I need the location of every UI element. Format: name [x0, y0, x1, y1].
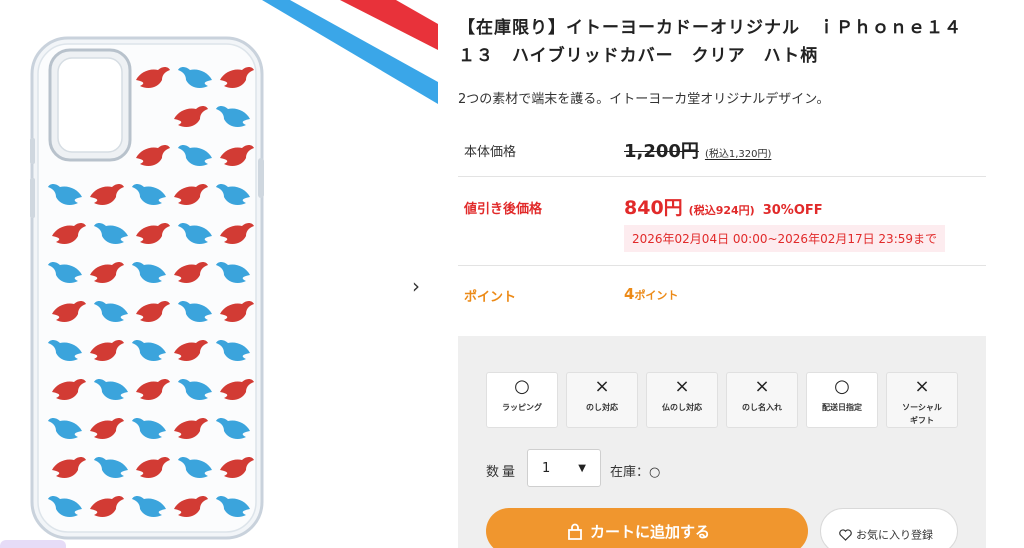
next-image-arrow[interactable]: ›	[412, 276, 420, 296]
discount-badge: 30%OFF	[762, 203, 823, 218]
option-label: 仏のし対応	[662, 403, 702, 412]
favorite-button[interactable]: お気に入り登録	[820, 508, 958, 548]
quantity-select[interactable]: 1 ▼	[527, 449, 601, 487]
bag-icon	[568, 523, 582, 540]
unavailable-icon: ×	[914, 376, 930, 397]
available-icon: ○	[834, 376, 850, 397]
base-price-row: 本体価格 1,200円 (税込1,320円)	[458, 123, 986, 177]
add-to-cart-label: カートに追加する	[590, 523, 711, 541]
option-delivery-date: ○ 配送日指定	[806, 372, 878, 428]
option-label: 配送日指定	[822, 403, 862, 412]
base-price: 1,200円 (税込1,320円)	[624, 137, 771, 163]
point-label: ポイント	[464, 290, 517, 305]
product-image[interactable]	[22, 28, 272, 548]
available-icon: ○	[514, 376, 530, 397]
option-noshi-name: × のし名入れ	[726, 372, 798, 428]
add-to-cart-content: カートに追加する	[566, 521, 710, 542]
base-price-value: 1,200円	[624, 141, 699, 162]
sale-price-tax: (税込924円)	[688, 204, 755, 217]
product-lead: 2つの素材で端末を護る。イトーヨーカ堂オリジナルデザイン。	[458, 92, 830, 107]
option-wrapping: ○ ラッピング	[486, 372, 558, 428]
product-page: › 【在庫限り】イトーヨーカドーオリジナル ｉＰｈｏｎｅ１４ １３ ハイブリッド…	[0, 0, 1024, 548]
option-label: ソーシャル ギフト	[902, 403, 942, 425]
option-label: ラッピング	[502, 403, 542, 412]
base-price-tax: (税込1,320円)	[704, 149, 772, 160]
quantity-value: 1	[542, 461, 551, 476]
unavailable-icon: ×	[674, 376, 690, 397]
favorite-content: お気に入り登録	[839, 524, 933, 543]
point-row: ポイント 4ポイント	[458, 266, 986, 320]
sale-price: 840円 (税込924円) 30%OFF	[624, 193, 823, 220]
unavailable-icon: ×	[594, 376, 610, 397]
unavailable-icon: ×	[754, 376, 770, 397]
sale-price-row: 値引き後価格 840円 (税込924円) 30%OFF 2026年02月04日 00…	[458, 177, 986, 266]
point-value: 4ポイント	[624, 284, 678, 303]
point-unit: ポイント	[634, 289, 679, 302]
option-label: のし名入れ	[742, 403, 782, 412]
sale-period: 2026年02月04日 00:00~2026年02月17日 23:59まで	[624, 225, 946, 252]
option-noshi: × のし対応	[566, 372, 638, 428]
add-to-cart-button[interactable]: カートに追加する	[486, 508, 808, 548]
favorite-label: お気に入り登録	[856, 528, 933, 542]
sale-price-label: 値引き後価格	[464, 202, 543, 217]
sale-price-value: 840円	[624, 197, 683, 219]
option-label: のし対応	[586, 403, 618, 412]
stock-status: 在庫：○	[610, 465, 661, 480]
purchase-panel: ○ ラッピング × のし対応 × 仏のし対応 × のし名入れ ○ 配送日指定 ×…	[458, 336, 986, 548]
point-number: 4	[624, 285, 635, 303]
option-social-gift: × ソーシャル ギフト	[886, 372, 958, 428]
quantity-label: 数量	[486, 465, 519, 480]
caret-down-icon: ▼	[578, 463, 586, 474]
option-buddhist-noshi: × 仏のし対応	[646, 372, 718, 428]
product-title: 【在庫限り】イトーヨーカドーオリジナル ｉＰｈｏｎｅ１４ １３ ハイブリッドカバ…	[458, 18, 980, 66]
base-price-label: 本体価格	[464, 145, 517, 160]
corner-tab	[0, 540, 66, 548]
heart-icon	[839, 528, 852, 541]
